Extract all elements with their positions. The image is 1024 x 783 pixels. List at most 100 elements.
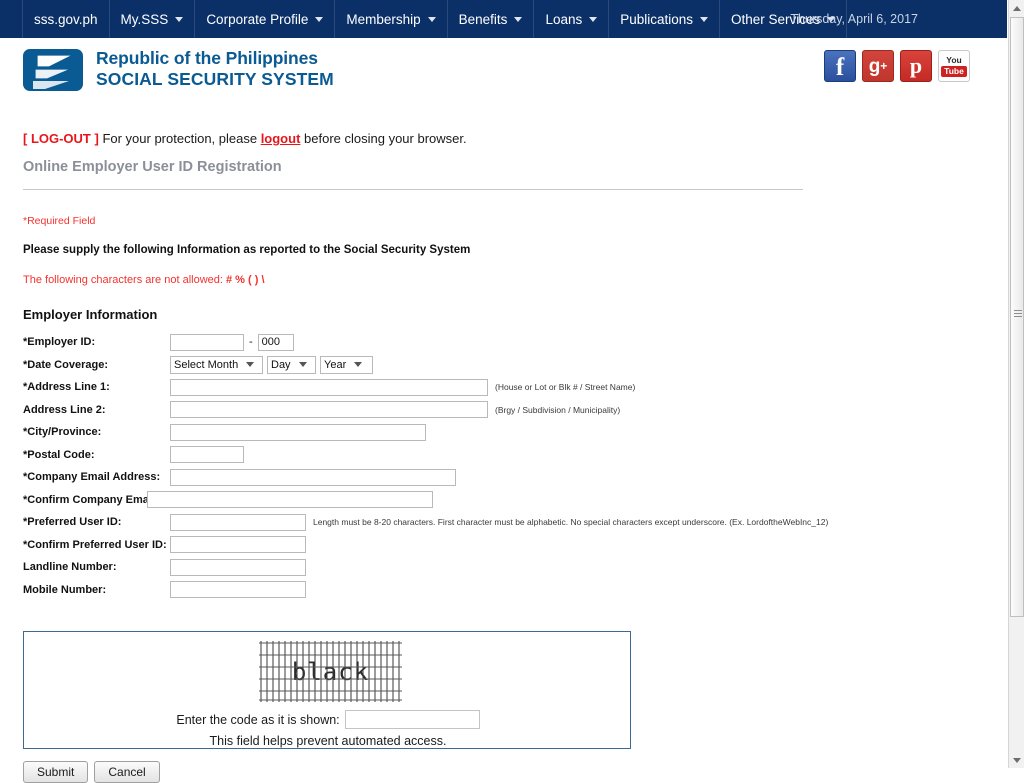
nav-item-membership[interactable]: Membership	[335, 0, 448, 38]
social-links: f g + p You Tube	[824, 50, 970, 82]
nav-item-label: Benefits	[458, 11, 508, 27]
google-plus-icon[interactable]: g +	[862, 50, 894, 82]
page-title: Online Employer User ID Registration	[23, 159, 282, 175]
date-coverage-day-select[interactable]: Day	[267, 355, 316, 374]
city-province-input[interactable]	[170, 423, 426, 441]
disallowed-chars-list: # % ( ) \	[226, 274, 265, 286]
employer-id-suffix-input[interactable]	[257, 333, 294, 351]
youtube-glyph-bottom: Tube	[941, 66, 967, 77]
preferred-user-id-input[interactable]	[170, 513, 306, 531]
captcha-prompt: Enter the code as it is shown:	[176, 712, 340, 727]
label-city-province: *City/Province:	[23, 426, 170, 438]
chevron-down-icon	[175, 16, 184, 22]
month-selected-value: Select Month	[174, 358, 239, 371]
nav-item-label: Loans	[545, 11, 583, 27]
scroll-up-arrow-icon[interactable]	[1009, 0, 1024, 16]
form-row-confirm-user-id: *Confirm Preferred User ID:	[23, 534, 1008, 557]
label-address-line-2-text: Address Line 2:	[23, 403, 106, 416]
label-date-coverage-text: *Date Coverage:	[23, 358, 108, 371]
confirm-user-id-input[interactable]	[170, 536, 306, 554]
company-email-input[interactable]	[170, 468, 456, 486]
brand-text: Republic of the Philippines SOCIAL SECUR…	[96, 48, 334, 89]
form-row-date-coverage: *Date Coverage: Select Month Day Year	[23, 354, 1008, 377]
label-employer-id: *Employer ID:	[23, 336, 170, 348]
captcha-image: black	[259, 641, 402, 702]
chevron-down-icon	[246, 362, 255, 368]
label-employer-id-text: *Employer ID:	[23, 336, 96, 349]
employer-id-input[interactable]	[170, 333, 244, 351]
chevron-down-icon	[298, 362, 307, 368]
facebook-icon[interactable]: f	[824, 50, 856, 82]
nav-item-corporate-profile[interactable]: Corporate Profile	[195, 0, 336, 38]
captcha-panel: black Enter the code as it is shown: Thi…	[23, 631, 631, 749]
date-coverage-year-select[interactable]: Year	[320, 355, 373, 374]
label-address-line-1-text: *Address Line 1:	[23, 381, 110, 394]
scroll-down-arrow-icon[interactable]	[1009, 752, 1024, 768]
captcha-input[interactable]	[344, 710, 480, 729]
sss-logo-icon[interactable]	[23, 49, 83, 91]
captcha-noise-grid	[259, 641, 402, 702]
confirm-company-email-input[interactable]	[147, 491, 433, 509]
form-row-employer-id: *Employer ID: -	[23, 331, 1008, 354]
form-row-preferred-user-id: *Preferred User ID: Length must be 8-20 …	[23, 511, 1008, 534]
form-row-mobile: Mobile Number:	[23, 579, 1008, 602]
nav-item-sss-gov-ph[interactable]: sss.gov.ph	[22, 0, 110, 38]
logout-link[interactable]: logout	[261, 131, 301, 146]
cancel-button[interactable]: Cancel	[94, 761, 160, 783]
pinterest-icon[interactable]: p	[900, 50, 932, 82]
vertical-scrollbar[interactable]	[1008, 0, 1024, 768]
scrollbar-thumb[interactable]	[1010, 17, 1024, 617]
facebook-glyph: f	[835, 54, 845, 81]
logout-tag: [ LOG-OUT ]	[23, 131, 99, 146]
chevron-down-icon	[700, 16, 709, 22]
disallowed-characters-note: The following characters are not allowed…	[23, 274, 1008, 286]
address-line-1-input[interactable]	[170, 378, 488, 396]
nav-item-label: sss.gov.ph	[34, 11, 98, 27]
youtube-icon[interactable]: You Tube	[938, 50, 970, 82]
label-postal-code-text: *Postal Code:	[23, 448, 95, 461]
scrollbar-grip-icon	[1014, 310, 1022, 318]
address-line-1-hint: (House or Lot or Blk # / Street Name)	[495, 382, 636, 393]
submit-button[interactable]: Submit	[23, 761, 89, 783]
chevron-down-icon	[315, 16, 324, 22]
label-preferred-user-id: *Preferred User ID:	[23, 516, 170, 528]
pinterest-glyph: p	[909, 53, 923, 78]
mobile-number-input[interactable]	[170, 581, 306, 599]
nav-item-label: Publications	[620, 11, 694, 27]
label-landline-number-text: Landline Number:	[23, 561, 117, 574]
label-city-province-text: *City/Province:	[23, 426, 102, 439]
logout-text-after: before closing your browser.	[300, 131, 467, 146]
address-line-2-input[interactable]	[170, 401, 488, 419]
nav-item-label: My.SSS	[120, 11, 169, 27]
nav-item-loans[interactable]: Loans	[534, 0, 610, 38]
landline-number-input[interactable]	[170, 558, 306, 576]
form-row-postal-code: *Postal Code:	[23, 444, 1008, 467]
label-address-line-2: Address Line 2:	[23, 404, 170, 416]
captcha-entry-row: Enter the code as it is shown:	[24, 710, 632, 729]
current-date: Thursday, April 6, 2017	[790, 12, 918, 26]
date-coverage-month-select[interactable]: Select Month	[170, 355, 263, 374]
chevron-down-icon	[514, 16, 523, 22]
postal-code-input[interactable]	[170, 446, 244, 464]
label-landline-number: Landline Number:	[23, 561, 170, 573]
label-mobile-number: Mobile Number:	[23, 584, 170, 596]
disallowed-chars-prefix: The following characters are not allowed…	[23, 274, 226, 286]
nav-item-benefits[interactable]: Benefits	[448, 0, 535, 38]
google-plus-sup: +	[880, 59, 888, 73]
youtube-glyph-top: You	[946, 54, 962, 65]
form-row-city-province: *City/Province:	[23, 421, 1008, 444]
label-confirm-user-id: *Confirm Preferred User ID:	[23, 539, 170, 551]
main-content: [ LOG-OUT ] For your protection, please …	[0, 100, 1008, 783]
captcha-help-text: This field helps prevent automated acces…	[209, 734, 447, 748]
form-actions: Submit Cancel	[23, 761, 1008, 783]
nav-item-my-sss[interactable]: My.SSS	[110, 0, 196, 38]
site-header: Republic of the Philippines SOCIAL SECUR…	[0, 38, 1008, 100]
label-address-line-1: *Address Line 1:	[23, 381, 170, 393]
nav-item-publications[interactable]: Publications	[609, 0, 721, 38]
form-row-landline: Landline Number:	[23, 556, 1008, 579]
nav-item-label: Corporate Profile	[206, 11, 309, 27]
employer-registration-form: *Employer ID: - *Date Coverage: Select M…	[0, 331, 1008, 601]
label-confirm-user-id-text: *Confirm Preferred User ID:	[23, 538, 167, 551]
section-title-employer-information: Employer Information	[23, 307, 158, 322]
form-row-company-email: *Company Email Address:	[23, 466, 1008, 489]
